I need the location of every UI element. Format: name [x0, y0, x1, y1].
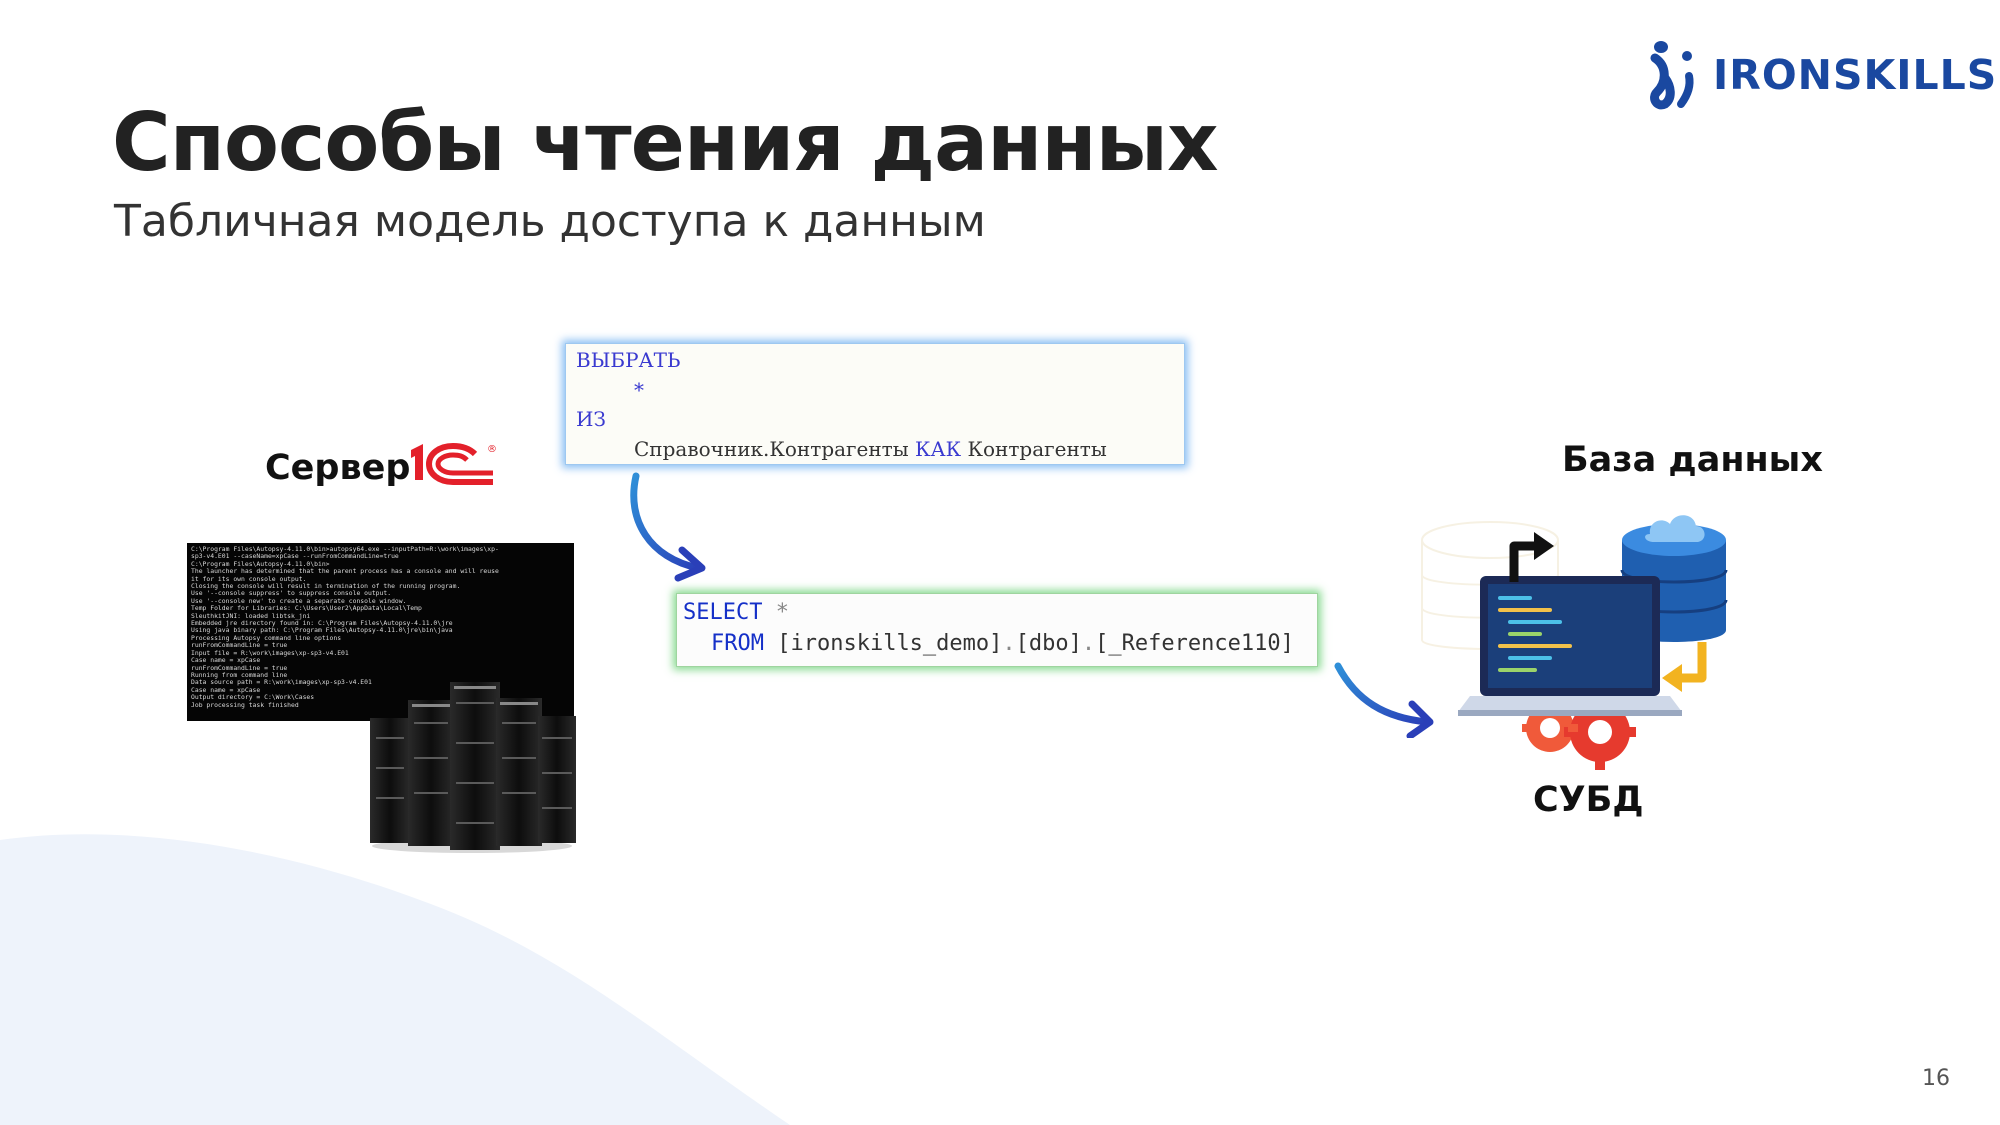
page-subtitle: Табличная модель доступа к данным	[114, 196, 986, 247]
server-label: Сервер	[265, 448, 411, 488]
query-sql-dot2: .	[1081, 631, 1096, 656]
dbms-label: СУБД	[1533, 780, 1644, 820]
arrow-icon	[630, 472, 706, 582]
dbms-illustration	[1421, 515, 1728, 770]
query-sql-dot1: .	[1002, 631, 1016, 656]
query-1c-as: КАК	[915, 437, 962, 461]
query-1c-star: *	[634, 378, 644, 402]
query-sql-star: *	[775, 600, 789, 625]
query-1c-select: ВЫБРАТЬ	[576, 348, 681, 372]
yellow-arrowhead-icon	[1662, 664, 1682, 692]
query-1c-source: Справочник.Контрагенты	[634, 437, 909, 461]
brand-name: IRONSKILLS	[1713, 51, 1998, 99]
1c-registered-mark: ®	[487, 444, 497, 455]
database-label: База данных	[1562, 440, 1823, 480]
query-sql-line2: FROM [ironskills_demo].[dbo].[_Reference…	[711, 631, 1294, 656]
1c-logo-icon: ®	[411, 442, 497, 485]
page-number: 16	[1922, 1066, 1950, 1091]
query-sql-from: FROM	[711, 631, 764, 656]
query-1c-box: ВЫБРАТЬ * ИЗ Справочник.Контрагенты КАК …	[565, 343, 1185, 465]
query-sql-table: [_Reference110]	[1095, 631, 1294, 656]
query-sql-box: SELECT * FROM [ironskills_demo].[dbo].[_…	[676, 593, 1318, 667]
query-sql-select: SELECT	[683, 600, 763, 625]
laptop-icon	[1458, 576, 1682, 716]
black-arrowhead-icon	[1534, 532, 1554, 560]
ironskills-logo: IRONSKILLS	[1645, 38, 1997, 112]
query-1c-alias: Контрагенты	[967, 437, 1107, 461]
query-sql-db: [ironskills_demo]	[777, 631, 1003, 656]
query-1c-line4: Справочник.Контрагенты КАК Контрагенты	[634, 437, 1107, 461]
query-sql-schema: [dbo]	[1015, 631, 1082, 656]
query-sql-line1: SELECT *	[683, 600, 789, 625]
query-1c-from: ИЗ	[576, 407, 606, 431]
server-rack-icon	[370, 682, 576, 853]
page-title: Способы чтения данных	[112, 96, 1219, 189]
ironskills-logo-icon	[1650, 41, 1694, 110]
